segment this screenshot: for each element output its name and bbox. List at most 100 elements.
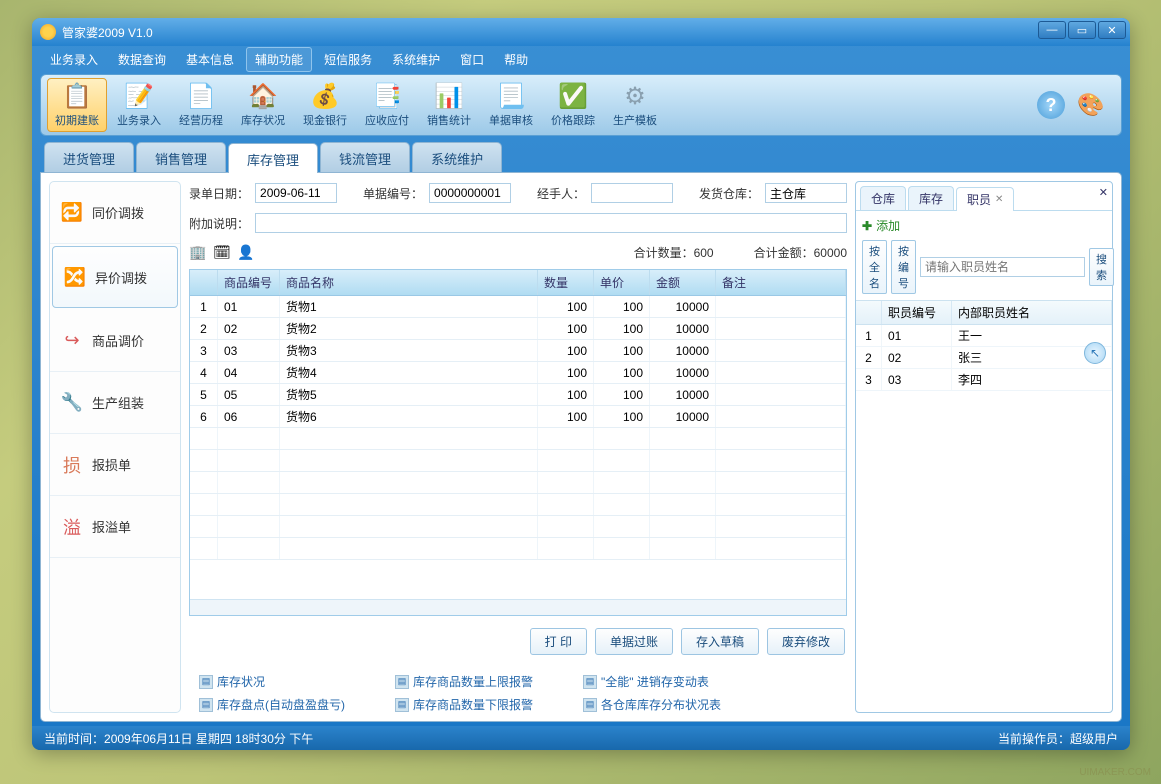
main-tab-4[interactable]: 系统维护 <box>412 142 502 172</box>
rp-tab-2[interactable]: 职员✕ <box>956 187 1014 211</box>
employee-row[interactable]: 303李四 <box>856 369 1112 391</box>
search-button[interactable]: 搜索 <box>1089 248 1114 286</box>
table-row[interactable]: 101货物110010010000 <box>190 296 846 318</box>
quick-link-2-0[interactable]: ▤"全能" 进销存变动表 <box>583 673 721 690</box>
table-row-empty[interactable] <box>190 494 846 516</box>
col-remark[interactable]: 备注 <box>716 270 846 295</box>
side-nav-1[interactable]: 🔀异价调拨 <box>52 246 178 308</box>
menu-item-6[interactable]: 窗口 <box>452 48 492 71</box>
col-price[interactable]: 单价 <box>594 270 650 295</box>
toolbar-应收应付[interactable]: 📑应收应付 <box>357 78 417 132</box>
quick-link-0-1[interactable]: ▤库存盘点(自动盘盈盘亏) <box>199 696 345 713</box>
toolbar-经营历程[interactable]: 📄经营历程 <box>171 78 231 132</box>
rp-col-name[interactable]: 内部职员姓名 <box>952 301 1112 324</box>
titlebar[interactable]: 管家婆2009 V1.0 — ▭ ✕ <box>32 18 1130 46</box>
employee-row[interactable]: 202张三 <box>856 347 1112 369</box>
rp-col-code[interactable]: 职员编号 <box>882 301 952 324</box>
table-row[interactable]: 505货物510010010000 <box>190 384 846 406</box>
warehouse-input[interactable] <box>765 183 847 203</box>
right-panel: ✕ 仓库库存职员✕ ✚添加 按全名 按编号 搜索 职员编号 内部职员姓名 101… <box>855 181 1113 713</box>
menu-item-4[interactable]: 短信服务 <box>316 48 380 71</box>
grid-body[interactable]: 101货物110010010000202货物210010010000303货物3… <box>190 296 846 599</box>
right-grid-header: 职员编号 内部职员姓名 <box>856 300 1112 325</box>
quick-link-1-0[interactable]: ▤库存商品数量上限报警 <box>395 673 533 690</box>
side-nav-3[interactable]: 🔧生产组装 <box>50 372 180 434</box>
main-area: 进货管理销售管理库存管理钱流管理系统维护 🔁同价调拨🔀异价调拨↪商品调价🔧生产组… <box>40 142 1122 722</box>
col-amt[interactable]: 金额 <box>650 270 716 295</box>
toolbar-库存状况[interactable]: 🏠库存状况 <box>233 78 293 132</box>
main-tab-1[interactable]: 销售管理 <box>136 142 226 172</box>
action-btn-0[interactable]: 打 印 <box>530 628 587 655</box>
table-row[interactable]: 404货物410010010000 <box>190 362 846 384</box>
menu-item-1[interactable]: 数据查询 <box>110 48 174 71</box>
rp-tab-0[interactable]: 仓库 <box>860 186 906 210</box>
tab-close-icon[interactable]: ✕ <box>995 194 1003 205</box>
close-button[interactable]: ✕ <box>1098 21 1126 39</box>
filter-code-button[interactable]: 按编号 <box>891 240 916 294</box>
col-name[interactable]: 商品名称 <box>280 270 538 295</box>
minimize-button[interactable]: — <box>1038 21 1066 39</box>
menu-item-5[interactable]: 系统维护 <box>384 48 448 71</box>
menu-item-2[interactable]: 基本信息 <box>178 48 242 71</box>
toolbar-销售统计[interactable]: 📊销售统计 <box>419 78 479 132</box>
quick-link-1-1[interactable]: ▤库存商品数量下限报警 <box>395 696 533 713</box>
menu-item-7[interactable]: 帮助 <box>496 48 536 71</box>
side-nav-5[interactable]: 溢报溢单 <box>50 496 180 558</box>
quick-link-0-0[interactable]: ▤库存状况 <box>199 673 345 690</box>
rp-col-idx[interactable] <box>856 301 882 324</box>
toolbar-icon-0: 📋 <box>61 82 93 110</box>
building-icon[interactable]: 🏢 <box>189 243 207 261</box>
add-button[interactable]: ✚添加 <box>862 217 900 234</box>
table-row-empty[interactable] <box>190 450 846 472</box>
table-row-empty[interactable] <box>190 516 846 538</box>
action-btn-2[interactable]: 存入草稿 <box>681 628 759 655</box>
maximize-button[interactable]: ▭ <box>1068 21 1096 39</box>
toolbar-初期建账[interactable]: 📋初期建账 <box>47 78 107 132</box>
col-idx[interactable] <box>190 270 218 295</box>
panel-close-icon[interactable]: ✕ <box>1099 186 1108 199</box>
menu-item-3[interactable]: 辅助功能 <box>246 47 312 72</box>
rp-tab-1[interactable]: 库存 <box>908 186 954 210</box>
person-icon[interactable]: 👤 <box>237 243 255 261</box>
action-btn-1[interactable]: 单据过账 <box>595 628 673 655</box>
toolbar-现金银行[interactable]: 💰现金银行 <box>295 78 355 132</box>
table-row-empty[interactable] <box>190 538 846 560</box>
horizontal-scrollbar[interactable] <box>190 599 846 615</box>
side-nav-2[interactable]: ↪商品调价 <box>50 310 180 372</box>
employee-search-input[interactable] <box>920 257 1085 277</box>
main-tab-2[interactable]: 库存管理 <box>228 143 318 173</box>
calculator-icon[interactable]: 🗓 <box>213 243 231 261</box>
filter-fullname-button[interactable]: 按全名 <box>862 240 887 294</box>
app-logo-icon <box>40 24 56 40</box>
toolbar-价格跟踪[interactable]: ✅价格跟踪 <box>543 78 603 132</box>
table-row-empty[interactable] <box>190 428 846 450</box>
toolbar-icon-7: 📃 <box>495 82 527 110</box>
quick-link-2-1[interactable]: ▤各仓库库存分布状况表 <box>583 696 721 713</box>
side-icon-5: 溢 <box>60 515 84 539</box>
billno-input[interactable] <box>429 183 511 203</box>
expand-arrow-icon[interactable]: ↖ <box>1084 342 1106 364</box>
main-tab-3[interactable]: 钱流管理 <box>320 142 410 172</box>
side-nav-4[interactable]: 损报损单 <box>50 434 180 496</box>
theme-icon[interactable]: 🎨 <box>1075 91 1107 119</box>
col-qty[interactable]: 数量 <box>538 270 594 295</box>
menu-item-0[interactable]: 业务录入 <box>42 48 106 71</box>
action-btn-3[interactable]: 废弃修改 <box>767 628 845 655</box>
col-code[interactable]: 商品编号 <box>218 270 280 295</box>
side-nav-0[interactable]: 🔁同价调拨 <box>50 182 180 244</box>
employee-row[interactable]: 101王一 <box>856 325 1112 347</box>
toolbar-业务录入[interactable]: 📝业务录入 <box>109 78 169 132</box>
table-row[interactable]: 303货物310010010000 <box>190 340 846 362</box>
help-icon[interactable]: ? <box>1037 91 1065 119</box>
handler-input[interactable] <box>591 183 673 203</box>
table-row[interactable]: 606货物610010010000 <box>190 406 846 428</box>
list-icon: ▤ <box>583 675 597 689</box>
toolbar-生产模板[interactable]: ⚙生产模板 <box>605 78 665 132</box>
extra-input[interactable] <box>255 213 847 233</box>
toolbar-单据审核[interactable]: 📃单据审核 <box>481 78 541 132</box>
main-tab-0[interactable]: 进货管理 <box>44 142 134 172</box>
table-row[interactable]: 202货物210010010000 <box>190 318 846 340</box>
right-grid-body[interactable]: 101王一202张三303李四 <box>856 325 1112 712</box>
date-input[interactable] <box>255 183 337 203</box>
table-row-empty[interactable] <box>190 472 846 494</box>
